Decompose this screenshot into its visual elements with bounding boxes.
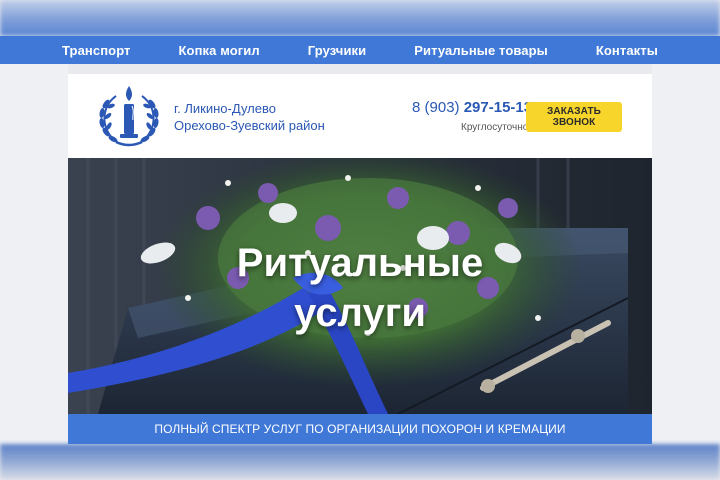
main-nav: Транспорт Копка могил Грузчики Ритуальны… — [0, 36, 720, 64]
main-card: г. Ликино-Дулево Орехово-Зуевский район … — [68, 74, 652, 444]
nav-item-grave-digging[interactable]: Копка могил — [179, 43, 260, 58]
hero-banner: Ритуальные услуги — [68, 158, 652, 414]
city-name: г. Ликино-Дулево — [174, 101, 276, 116]
candle-laurel-icon[interactable] — [94, 82, 164, 152]
location-block: г. Ликино-Дулево Орехово-Зуевский район — [174, 100, 325, 134]
hero-title-line1: Ритуальные — [236, 241, 484, 285]
hero-title: Ритуальные услуги — [68, 238, 652, 338]
nav-item-ritual-goods[interactable]: Ритуальные товары — [414, 43, 548, 58]
site-header: г. Ликино-Дулево Орехово-Зуевский район … — [68, 74, 652, 158]
phone-digits: 297-15-13 — [463, 99, 533, 116]
services-tagline: ПОЛНЫЙ СПЕКТР УСЛУГ ПО ОРГАНИЗАЦИИ ПОХОР… — [68, 414, 652, 444]
phone-prefix: 8 (903) — [412, 99, 460, 116]
blurred-top-backdrop — [0, 0, 720, 36]
nav-item-loaders[interactable]: Грузчики — [308, 43, 367, 58]
phone-number[interactable]: 8 (903) 297-15-13 — [412, 99, 532, 116]
page-margin-right — [652, 64, 720, 444]
working-hours: Круглосуточно — [461, 122, 529, 133]
page-margin-left — [0, 64, 68, 444]
blurred-bottom-backdrop — [0, 444, 720, 480]
nav-item-contacts[interactable]: Контакты — [596, 43, 658, 58]
request-callback-button[interactable]: ЗАКАЗАТЬ ЗВОНОК — [526, 102, 622, 132]
hero-title-line2: услуги — [294, 291, 426, 335]
nav-item-transport[interactable]: Транспорт — [62, 43, 131, 58]
district-name: Орехово-Зуевский район — [174, 118, 325, 133]
